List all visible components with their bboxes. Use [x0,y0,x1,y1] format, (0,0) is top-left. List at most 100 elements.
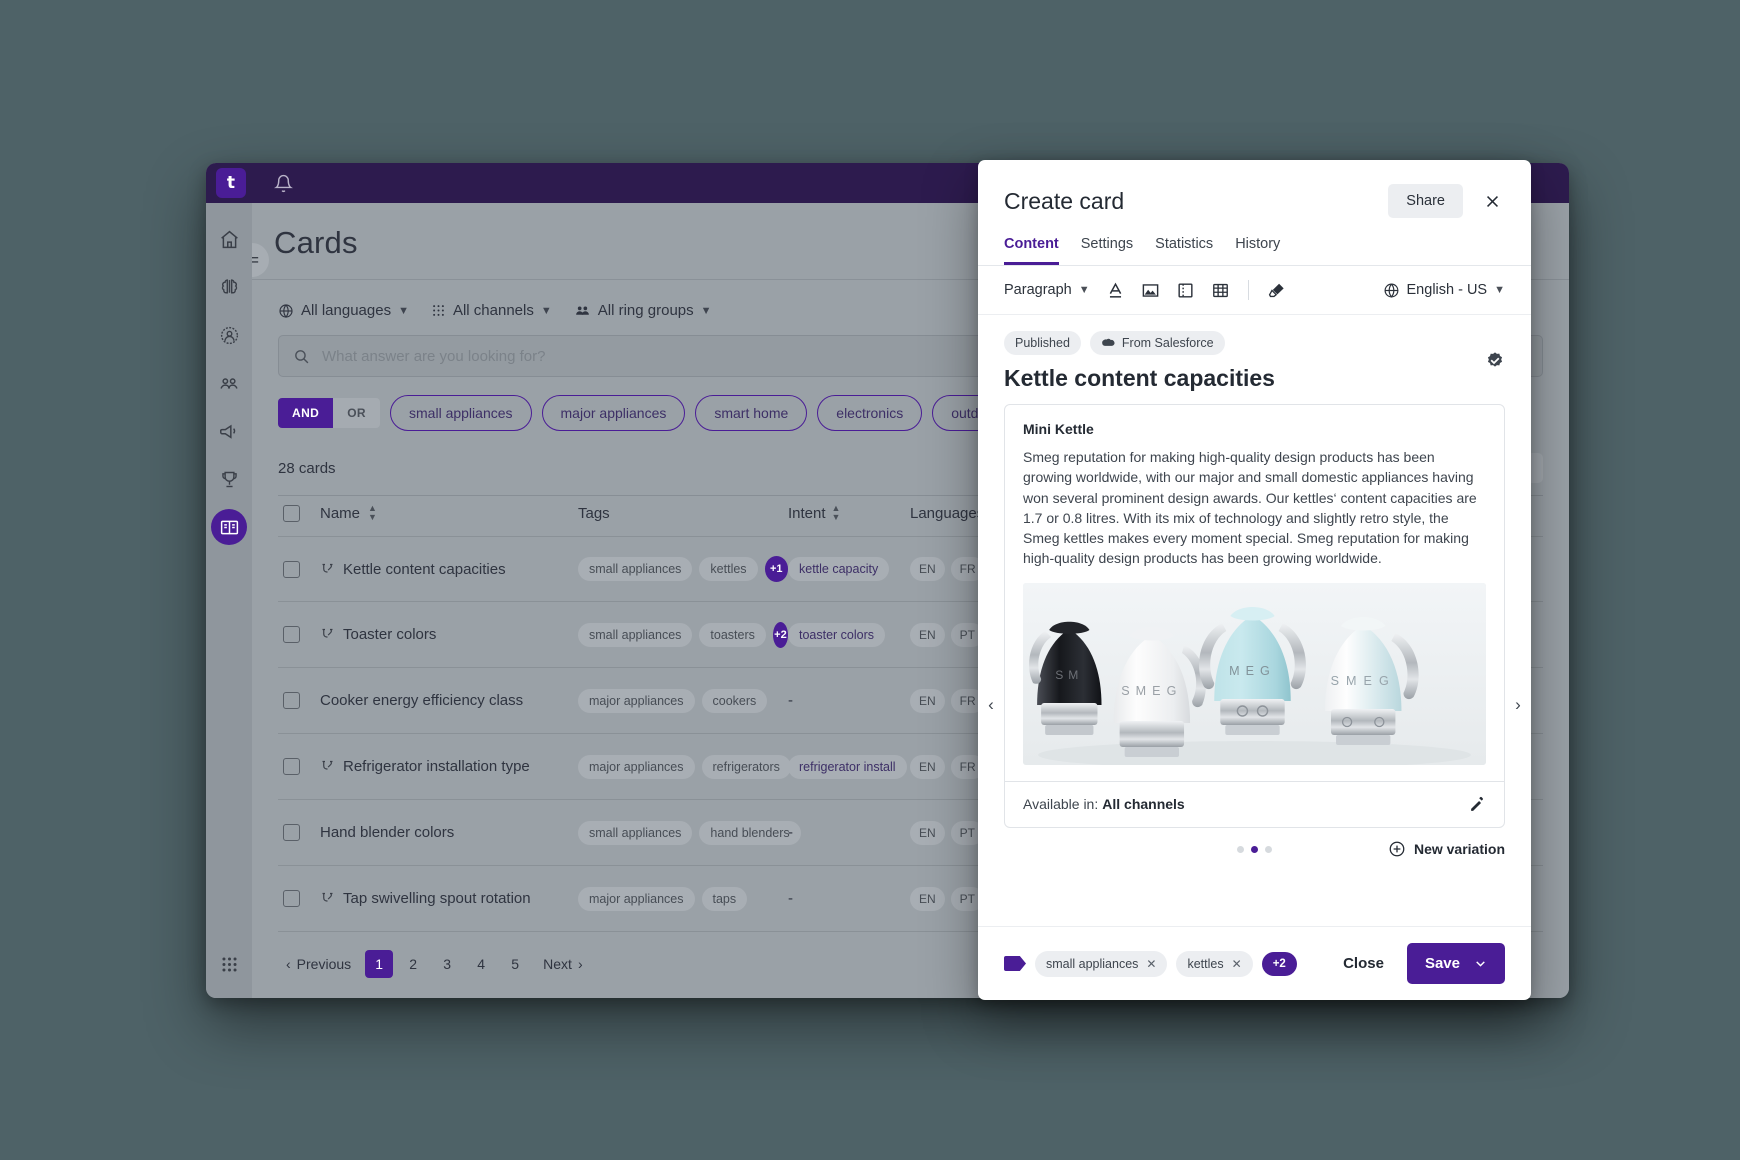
row-2-name: Cooker energy efficiency class [320,692,524,709]
query-tag-2[interactable]: smart home [695,395,808,431]
sidebar-item-home[interactable] [211,221,247,257]
row-3-tag-0: major appliances [578,754,695,779]
row-3-tag-1: refrigerators [701,754,791,779]
row-5-checkbox[interactable] [278,890,320,907]
column-header-intent[interactable]: Intent ▲ ▼ [788,504,910,522]
tab-settings[interactable]: Settings [1081,236,1133,265]
row-2-checkbox[interactable] [278,692,320,709]
operator-or[interactable]: OR [333,398,380,428]
save-button[interactable]: Save [1406,943,1505,984]
column-header-name[interactable]: Name ▲ ▼ [320,504,578,522]
page-title: Cards [274,225,358,260]
modal-header: Create card Share [978,160,1531,218]
row-0-checkbox[interactable] [278,560,320,578]
variation-body-text[interactable]: Smeg reputation for making high-quality … [1023,447,1486,569]
tab-statistics[interactable]: Statistics [1155,236,1213,265]
tab-history[interactable]: History [1235,236,1280,265]
row-0-intent: kettle capacity [788,557,890,581]
row-4-tag-1: hand blenders [699,820,801,845]
modal-footer: small appliances ✕ kettles ✕ +2 Close Sa… [978,926,1531,1000]
close-icon[interactable] [1479,188,1505,214]
carousel-dot-2[interactable] [1251,845,1258,853]
notifications-bell-icon[interactable] [274,174,293,193]
carousel-dots[interactable] [1237,845,1272,853]
app-logo[interactable]: t [216,168,246,198]
svg-text:SM: SM [1055,668,1083,682]
modal-tabs: Content Settings Statistics History [978,218,1531,266]
variation-subtitle[interactable]: Mini Kettle [1023,421,1486,437]
row-0-tags-more[interactable]: +1 [764,556,788,582]
row-5-tags-cell: major appliances taps [578,886,788,911]
chevron-down-icon [1474,957,1487,970]
row-3-checkbox[interactable] [278,758,320,775]
share-button[interactable]: Share [1388,184,1463,218]
row-2-lang-0: EN [910,688,945,713]
image-icon[interactable] [1141,281,1160,300]
card-title[interactable]: Kettle content capacities [1004,365,1485,392]
row-0-intent-cell: kettle capacity [788,557,910,581]
variation-image[interactable]: SM SMEG MEG SMEG [1023,582,1486,765]
carousel-next-button[interactable]: › [1509,695,1527,715]
query-tag-3[interactable]: electronics [817,395,923,431]
new-variation-button[interactable]: New variation [1388,840,1505,858]
select-all-checkbox[interactable] [278,504,320,522]
row-5-lang-0: EN [910,886,945,911]
video-icon[interactable] [1176,281,1195,300]
apps-grid-icon[interactable] [220,955,239,974]
tab-content[interactable]: Content [1004,236,1059,265]
filter-languages[interactable]: All languages ▼ [278,302,409,319]
carousel-dot-1[interactable] [1237,845,1244,853]
edit-pencil-icon[interactable] [1469,796,1486,813]
language-selector[interactable]: English - US ▼ [1383,282,1505,299]
row-2-intent: - [788,692,793,709]
language-label: English - US [1406,282,1488,298]
sidebar-item-campaigns[interactable] [211,413,247,449]
row-4-checkbox[interactable] [278,824,320,841]
sidebar-item-knowledge[interactable] [211,509,247,545]
row-2-name-cell: Cooker energy efficiency class [320,692,578,709]
table-icon[interactable] [1211,281,1230,300]
query-tag-1[interactable]: major appliances [541,395,686,431]
row-5-tag-0: major appliances [578,886,695,911]
filter-ring-groups[interactable]: All ring groups ▼ [574,302,712,319]
row-1-checkbox[interactable] [278,626,320,643]
row-1-tags-more[interactable]: +2 [772,621,788,648]
and-or-toggle[interactable]: AND OR [278,398,381,428]
highlighter-icon[interactable] [1267,280,1287,300]
row-3-name: Refrigerator installation type [343,758,530,775]
text-color-icon[interactable] [1106,281,1125,300]
status-badges: Published From Salesforce [1004,315,1505,355]
footer-tag-0[interactable]: small appliances ✕ [1035,950,1168,977]
pagination-previous[interactable]: ‹ Previous [278,956,359,972]
sidebar-item-ai-brain[interactable] [211,269,247,305]
sidebar-item-teams[interactable] [211,365,247,401]
sidebar-item-agent[interactable] [211,317,247,353]
pagination-page-3[interactable]: 3 [433,950,461,978]
row-5-tag-1: taps [701,886,748,911]
pagination-page-2[interactable]: 2 [399,950,427,978]
footer-tag-1[interactable]: kettles ✕ [1176,950,1253,977]
paragraph-style-dropdown[interactable]: Paragraph ▼ [1004,282,1090,298]
query-tag-0[interactable]: small appliances [390,395,532,431]
filter-channels[interactable]: All channels ▼ [431,302,552,319]
operator-and[interactable]: AND [278,398,334,428]
pagination-page-1[interactable]: 1 [365,950,394,978]
card-count-label: 28 cards [278,459,336,477]
carousel-prev-button[interactable]: ‹ [982,695,1000,715]
branch-icon [320,891,335,906]
row-3-intent: refrigerator install [788,754,907,779]
sidebar-item-gamification[interactable] [211,461,247,497]
sort-icon: ▲▼ [368,503,377,522]
remove-tag-icon[interactable]: ✕ [1146,957,1156,971]
carousel-dot-3[interactable] [1265,845,1272,853]
cancel-button[interactable]: Close [1329,944,1398,983]
footer-tags-more[interactable]: +2 [1261,951,1297,976]
available-in-row: Available in: All channels [1005,780,1504,827]
branch-icon [320,759,335,774]
remove-tag-icon[interactable]: ✕ [1232,957,1242,971]
plus-circle-icon [1388,840,1406,858]
pagination-page-5[interactable]: 5 [501,950,529,978]
pagination-next[interactable]: Next › [535,956,590,972]
available-in-value: All channels [1102,796,1185,813]
pagination-page-4[interactable]: 4 [467,950,495,978]
